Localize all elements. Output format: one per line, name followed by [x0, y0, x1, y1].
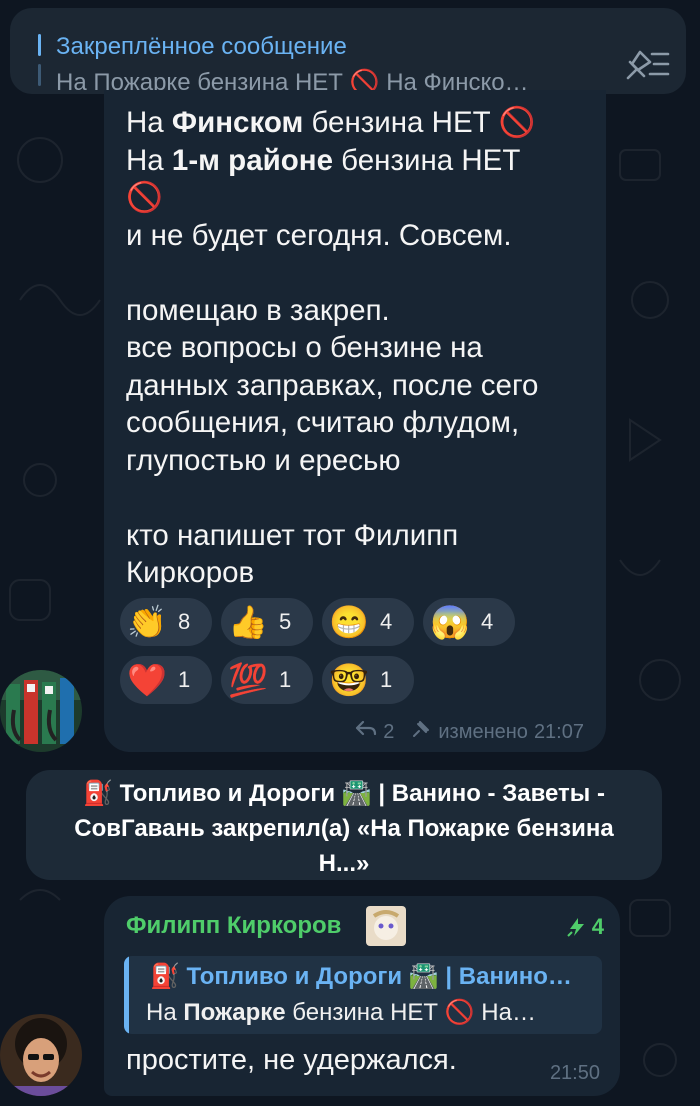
- reaction-nerd[interactable]: 🤓 1: [322, 656, 414, 704]
- message-line: [126, 254, 596, 292]
- hundred-icon: 💯: [228, 662, 268, 698]
- scream-icon: 😱: [430, 604, 470, 640]
- service-message-pinned: ⛽ Топливо и Дороги 🛣️ | Ванино - Заветы …: [26, 770, 662, 880]
- thumbs-up-icon: 👍: [228, 604, 268, 640]
- sender-avatar[interactable]: [0, 1014, 82, 1096]
- message-line: сообщения, считаю флудом,: [126, 406, 520, 439]
- message-line: и не будет сегодня. Совсем.: [126, 218, 512, 252]
- message-time: 21:07: [533, 720, 584, 743]
- quote-text: На Пожарке бензина НЕТ 🚫 На…: [146, 999, 536, 1026]
- message-line: 🚫: [126, 181, 163, 214]
- nerd-icon: 🤓: [329, 662, 369, 698]
- reply-quote[interactable]: ⛽ Топливо и Дороги 🛣️ | Ванино… На Пожар…: [124, 956, 602, 1034]
- pin-indicator: [38, 34, 41, 88]
- message-line: [126, 479, 596, 517]
- service-line: Н...»: [318, 850, 370, 877]
- sender-emoji-status-icon: [366, 906, 406, 946]
- boost-badge: 4: [566, 914, 604, 940]
- message-line: глупостью и ересью: [126, 443, 401, 477]
- message-text: На Финском бензина НЕТ 🚫 На 1-м районе б…: [126, 104, 596, 592]
- edited-label: изменено: [438, 720, 528, 743]
- pinned-title: Закреплённое сообщение: [56, 33, 347, 60]
- message-bubble[interactable]: На Финском бензина НЕТ 🚫 На 1-м районе б…: [104, 90, 606, 752]
- reaction-hundred[interactable]: 💯 1: [221, 656, 313, 704]
- sender-name[interactable]: Филипп Киркоров: [126, 912, 341, 940]
- message-line: На Финском бензина НЕТ 🚫: [126, 106, 536, 139]
- reply-icon[interactable]: [355, 720, 377, 744]
- channel-avatar[interactable]: [0, 670, 82, 752]
- pin-list-icon[interactable]: [618, 44, 674, 84]
- reaction-scream[interactable]: 😱 4: [423, 598, 515, 646]
- message-line: помещаю в закреп.: [126, 293, 390, 327]
- pinned-message-bar[interactable]: Закреплённое сообщение На Пожарке бензин…: [10, 8, 686, 96]
- message-line: Киркоров: [126, 556, 255, 589]
- quote-title: ⛽ Топливо и Дороги 🛣️ | Ванино…: [150, 963, 572, 990]
- reply-count: 2: [383, 720, 395, 743]
- message-line: На 1-м районе бензина НЕТ: [126, 143, 521, 177]
- grin-icon: 😁: [329, 604, 369, 640]
- message-time: 21:50: [549, 1062, 600, 1084]
- reaction-thumbs-up[interactable]: 👍 5: [221, 598, 313, 646]
- message-text: простите, не удержался.: [126, 1044, 457, 1076]
- clap-icon: 👏: [127, 604, 167, 640]
- service-line: СовГавань закрепил(а) «На Пожарке бензин…: [74, 815, 614, 842]
- message-line: все вопросы о бензине на: [126, 331, 483, 364]
- heart-icon: ❤️: [127, 662, 167, 698]
- message-line: данных заправках, после сего: [126, 368, 539, 402]
- message-bubble-reply[interactable]: Филипп Киркоров 4 ⛽ Топливо и Дороги 🛣️ …: [104, 896, 620, 1096]
- quote-bar: [124, 956, 129, 1034]
- service-line: ⛽ Топливо и Дороги 🛣️ | Ванино - Заветы …: [83, 780, 605, 807]
- message-meta: 2 изменено 21:07: [355, 718, 584, 746]
- reaction-heart[interactable]: ❤️ 1: [120, 656, 212, 704]
- pin-icon: [410, 718, 432, 746]
- boost-icon: [567, 918, 584, 937]
- reaction-clap[interactable]: 👏 8: [120, 598, 212, 646]
- message-line: кто напишет тот Филипп: [126, 518, 459, 552]
- reaction-grin[interactable]: 😁 4: [322, 598, 414, 646]
